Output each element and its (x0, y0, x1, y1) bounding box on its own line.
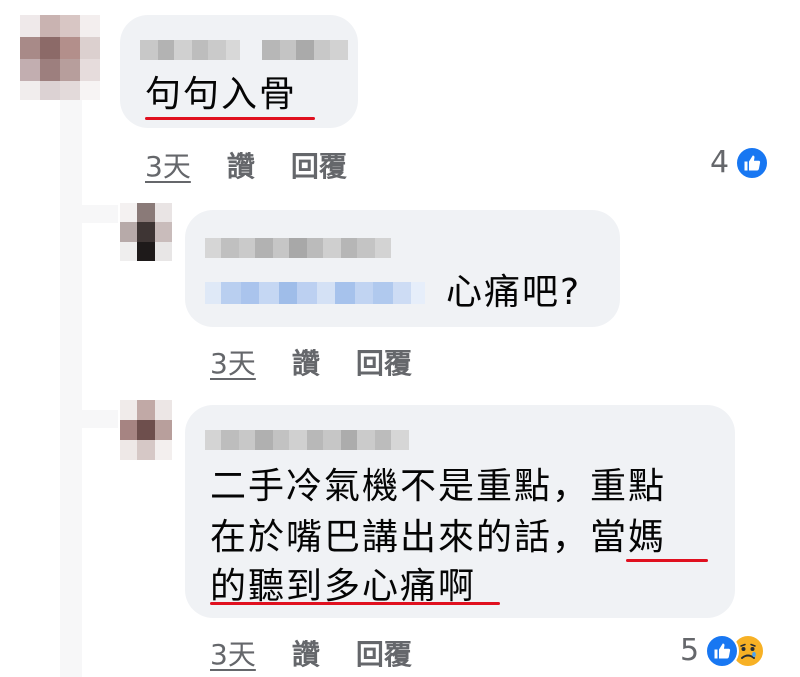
highlight-underline (626, 559, 708, 562)
reply-button[interactable]: 回覆 (356, 633, 412, 673)
avatar[interactable] (20, 15, 100, 100)
comment-text: 句句入骨 (145, 74, 298, 115)
reaction-summary[interactable]: 5 (680, 633, 766, 668)
comment-text-line: 在於嘴巴講出來的話，當媽 (210, 517, 667, 558)
reaction-summary[interactable]: 4 (710, 145, 770, 180)
reply-button[interactable]: 回覆 (291, 145, 347, 185)
like-button[interactable]: 讚 (227, 145, 255, 185)
highlight-underline (210, 602, 500, 605)
timestamp-link[interactable]: 3天 (145, 145, 191, 185)
thread-elbow (60, 205, 118, 223)
author-name-blurred[interactable] (205, 238, 391, 258)
reaction-count: 5 (680, 633, 700, 668)
comment-actions: 3天 讚 回覆 (145, 145, 347, 185)
comment-text-line: 二手冷氣機不是重點，重點 (210, 466, 667, 507)
like-icon (705, 633, 740, 668)
thread-elbow (60, 410, 118, 428)
comment-actions: 3天 讚 回覆 (210, 342, 412, 382)
tagged-name-blurred[interactable] (205, 282, 425, 304)
author-name-blurred[interactable] (205, 430, 409, 450)
like-icon (735, 145, 770, 180)
author-name-blurred[interactable] (140, 40, 348, 60)
reaction-count: 4 (710, 145, 730, 180)
timestamp-link[interactable]: 3天 (210, 633, 256, 673)
comment-text: 心痛吧? (446, 272, 582, 313)
thread-line (60, 100, 82, 677)
avatar[interactable] (120, 203, 172, 261)
highlight-underline (145, 117, 315, 120)
like-button[interactable]: 讚 (292, 342, 320, 382)
comment-actions: 3天 讚 回覆 (210, 633, 412, 673)
reply-button[interactable]: 回覆 (356, 342, 412, 382)
avatar[interactable] (120, 400, 172, 460)
timestamp-link[interactable]: 3天 (210, 342, 256, 382)
like-button[interactable]: 讚 (292, 633, 320, 673)
